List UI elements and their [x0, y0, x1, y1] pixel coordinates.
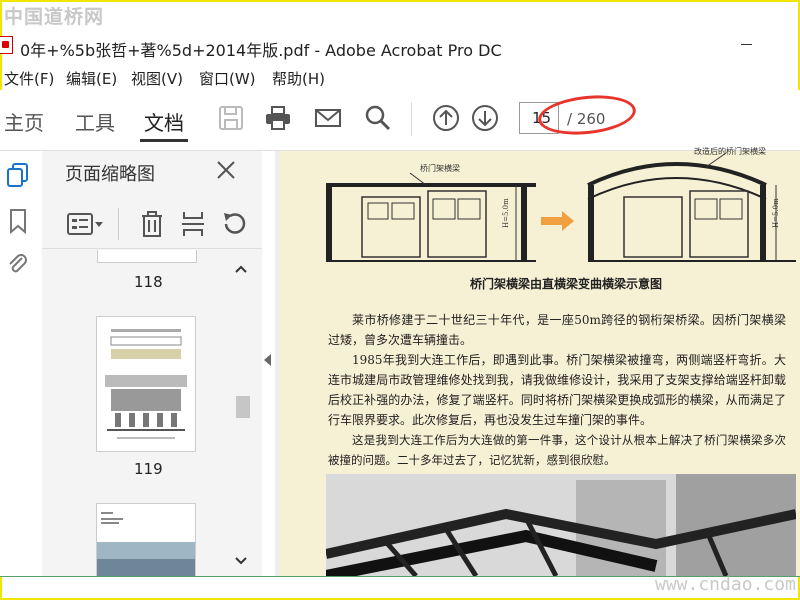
menu-file[interactable]: 文件(F)	[4, 68, 54, 89]
email-icon[interactable]	[314, 104, 342, 132]
window-title: 0年+%5b张哲+著%5d+2014年版.pdf - Adobe Acrobat…	[20, 41, 502, 60]
toolbar	[0, 90, 800, 151]
dimension-label-right: H=5.0m	[772, 198, 780, 228]
bridge-photo-drawing	[326, 474, 796, 576]
menu-edit[interactable]: 编辑(E)	[66, 68, 117, 89]
paragraph-3: 这是我到大连工作后为大连做的第一件事，这个设计从根本上解决了桥门架横梁多次被撞的…	[328, 433, 786, 467]
pdf-file-icon	[0, 36, 13, 54]
thumbnail-label: 118	[134, 273, 163, 291]
menu-window[interactable]: 窗口(W)	[199, 68, 256, 89]
menu-view[interactable]: 视图(V)	[131, 68, 183, 89]
scrollbar-thumb[interactable]	[236, 396, 250, 418]
thumbnails-scrollbar[interactable]	[232, 258, 252, 576]
thumbnail-label: 119	[134, 460, 163, 478]
active-tab-indicator	[140, 139, 188, 142]
rotate-icon[interactable]	[220, 210, 248, 238]
toolbar-separator	[411, 102, 412, 136]
thumbnail-page-drawing	[105, 329, 187, 439]
figure-label-right: 改造后的桥门架横梁	[694, 147, 766, 156]
figure-caption: 桥门架横梁由直横梁变曲横梁示意图	[470, 277, 663, 291]
tab-home[interactable]: 主页	[4, 107, 44, 136]
delete-icon[interactable]	[139, 210, 165, 238]
bridge-photo	[326, 474, 796, 576]
dimension-label-left: H=5.0m	[502, 198, 510, 228]
watermark-bottom: www.cndao.com	[655, 574, 796, 595]
extract-pages-icon[interactable]	[180, 210, 206, 238]
paragraph-2: 1985年我到大连工作后，即遇到此事。桥门架横梁被撞弯，两侧端竖杆弯折。大连市城…	[328, 353, 786, 427]
thumbnail-page-drawing	[97, 512, 195, 577]
bookmarks-icon[interactable]	[6, 208, 30, 234]
collapse-panel-icon[interactable]	[264, 354, 271, 366]
paragraph-1: 莱市桥修建于二十世纪三十年代，是一座50m跨径的钢桁架桥梁。因桥门架横梁过矮，曾…	[328, 313, 786, 347]
thumbnail-page-120[interactable]	[96, 503, 196, 577]
thumbnail-options-icon[interactable]	[66, 210, 106, 238]
panel-title: 页面缩略图	[65, 164, 155, 185]
page-thumbnails-icon[interactable]	[6, 162, 30, 188]
tab-tools[interactable]: 工具	[75, 107, 115, 136]
scroll-down-icon[interactable]	[234, 556, 248, 566]
figure-label-left: 桥门架横梁	[420, 164, 460, 173]
thumbnail-page-117[interactable]	[97, 250, 197, 263]
panel-toolbar-separator	[118, 208, 119, 240]
minimize-button[interactable]	[741, 44, 752, 45]
next-page-icon[interactable]	[471, 104, 499, 132]
save-icon[interactable]	[217, 104, 245, 132]
scroll-up-icon[interactable]	[234, 264, 248, 274]
print-icon[interactable]	[264, 104, 292, 132]
bridge-portal-figure	[326, 152, 796, 262]
search-icon[interactable]	[364, 104, 392, 132]
tab-document[interactable]: 文档	[144, 107, 184, 136]
attachments-icon[interactable]	[6, 252, 30, 278]
thumbnail-page-119[interactable]	[96, 316, 196, 452]
previous-page-icon[interactable]	[432, 104, 460, 132]
menu-help[interactable]: 帮助(H)	[272, 68, 325, 89]
watermark-top: 中国道桥网	[4, 6, 105, 28]
close-icon[interactable]	[214, 158, 238, 182]
